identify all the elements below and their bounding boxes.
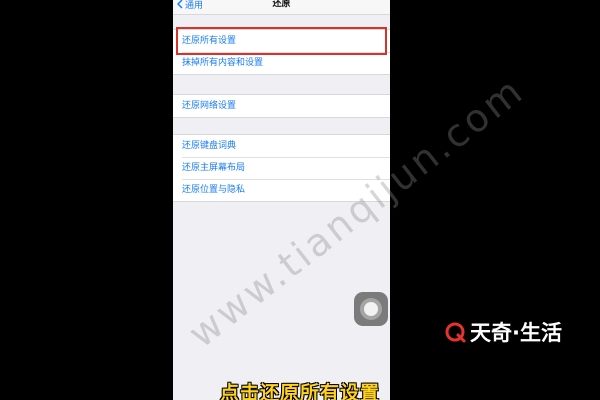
settings-group-other: 还原键盘词典 还原主屏幕布局 还原位置与隐私 — [173, 134, 390, 202]
settings-group-network: 还原网络设置 — [173, 94, 390, 118]
brand-name: 天奇·生活 — [470, 321, 562, 345]
phone-screen: 通用 还原 还原所有设置 抹掉所有内容和设置 还原网络设置 还原键盘词典 还原主… — [173, 0, 390, 400]
reset-all-settings-row[interactable]: 还原所有设置 — [173, 30, 390, 52]
reset-network-settings-row[interactable]: 还原网络设置 — [173, 95, 390, 117]
navigation-bar: 通用 还原 — [173, 0, 390, 15]
reset-home-screen-layout-row[interactable]: 还原主屏幕布局 — [173, 157, 390, 179]
video-subtitle: 点击还原所有设置 — [219, 382, 380, 400]
video-frame: 通用 还原 还原所有设置 抹掉所有内容和设置 还原网络设置 还原键盘词典 还原主… — [0, 0, 600, 400]
settings-group-reset: 还原所有设置 抹掉所有内容和设置 — [173, 29, 390, 75]
erase-all-content-row[interactable]: 抹掉所有内容和设置 — [173, 52, 390, 74]
brand-logo: 天奇·生活 — [444, 317, 562, 347]
assistive-touch-dot — [364, 302, 378, 316]
assistive-touch-button[interactable] — [354, 292, 388, 326]
brand-logo-icon — [445, 322, 466, 343]
reset-keyboard-dictionary-row[interactable]: 还原键盘词典 — [173, 135, 390, 157]
page-title: 还原 — [272, 0, 291, 9]
reset-location-privacy-row[interactable]: 还原位置与隐私 — [173, 179, 390, 201]
